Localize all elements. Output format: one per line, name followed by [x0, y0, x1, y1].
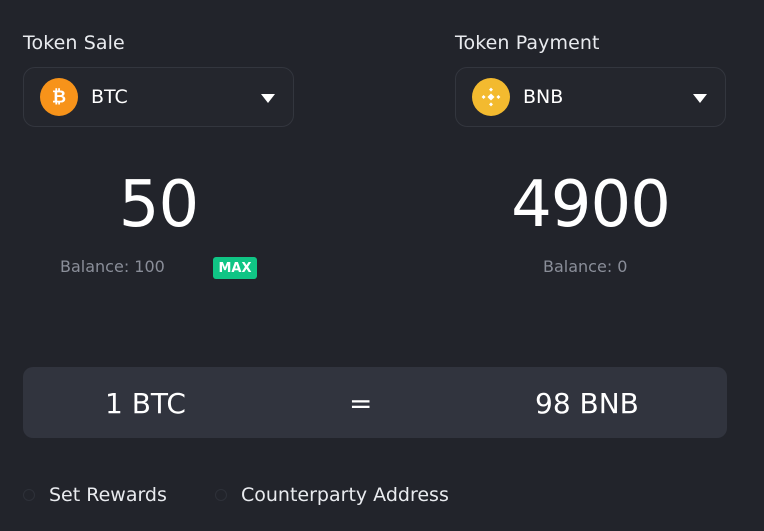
set-rewards-label: Set Rewards: [49, 484, 167, 506]
chevron-down-icon: [261, 94, 275, 103]
rate-from: 1 BTC: [105, 387, 186, 420]
radio-button[interactable]: [23, 489, 35, 501]
radio-button[interactable]: [215, 489, 227, 501]
rate-equals: =: [349, 387, 373, 420]
payment-balance: Balance: 0: [543, 257, 628, 276]
token-sale-name: BTC: [91, 86, 128, 108]
counterparty-address-label: Counterparty Address: [241, 484, 449, 506]
set-rewards-option[interactable]: Set Rewards: [23, 484, 167, 506]
sale-balance: Balance: 100: [60, 257, 165, 276]
bitcoin-icon: ₿: [40, 78, 78, 116]
svg-text:₿: ₿: [52, 88, 66, 108]
token-sale-label: Token Sale: [23, 32, 125, 54]
sale-amount-value[interactable]: 50: [23, 168, 294, 242]
counterparty-address-option[interactable]: Counterparty Address: [215, 484, 449, 506]
rate-to: 98 BNB: [535, 387, 639, 420]
token-payment-name: BNB: [523, 86, 564, 108]
token-payment-select[interactable]: BNB: [455, 67, 726, 127]
chevron-down-icon: [693, 94, 707, 103]
token-payment-label: Token Payment: [455, 32, 600, 54]
token-sale-select[interactable]: ₿ BTC: [23, 67, 294, 127]
binance-icon: [472, 78, 510, 116]
payment-amount-value[interactable]: 4900: [455, 168, 726, 242]
exchange-rate-panel: 1 BTC = 98 BNB: [23, 367, 727, 438]
max-button[interactable]: MAX: [213, 257, 257, 279]
